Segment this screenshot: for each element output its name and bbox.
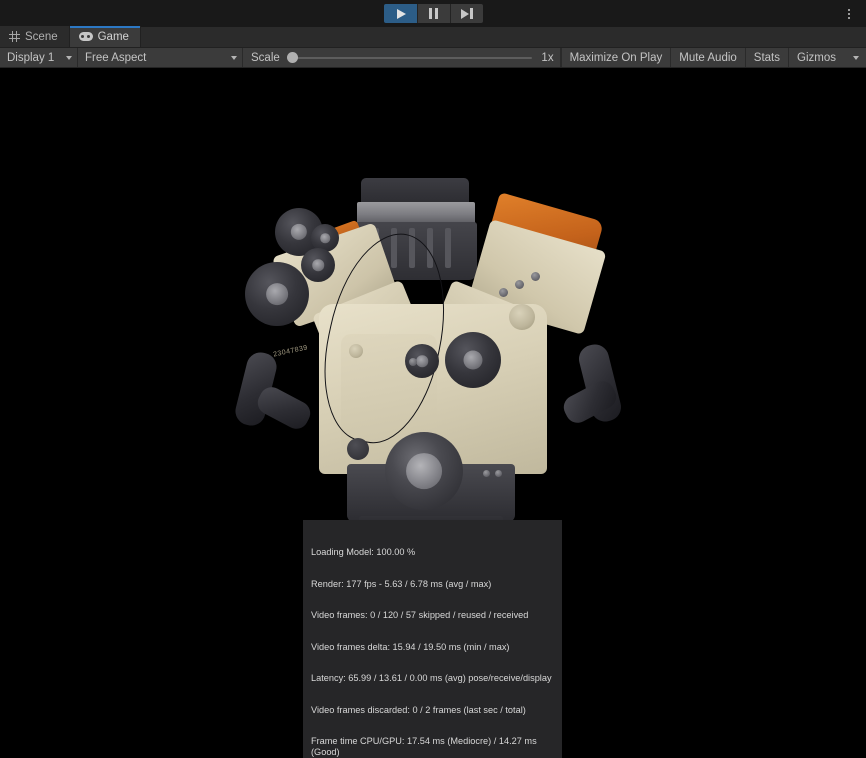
intake-rib xyxy=(445,228,451,268)
stats-line-frames-delta: Video frames delta: 15.94 / 19.50 ms (mi… xyxy=(311,642,554,653)
chevron-down-icon xyxy=(66,56,72,60)
crankshaft-pulley xyxy=(385,432,463,510)
stats-line-loading: Loading Model: 100.00 % xyxy=(311,547,554,558)
scale-slider-track xyxy=(287,57,533,59)
scale-slider-thumb[interactable] xyxy=(287,52,298,63)
bolt-detail xyxy=(495,470,502,477)
play-icon xyxy=(397,9,406,19)
pause-icon xyxy=(429,8,438,19)
intake-manifold-plate xyxy=(357,202,475,224)
tab-strip: Scene Game xyxy=(0,27,866,48)
gamepad-icon xyxy=(79,32,93,41)
maximize-on-play-button[interactable]: Maximize On Play xyxy=(561,48,671,67)
chevron-down-icon xyxy=(853,56,859,60)
stats-button[interactable]: Stats xyxy=(745,48,788,67)
stats-line-render: Render: 177 fps - 5.63 / 6.78 ms (avg / … xyxy=(311,579,554,590)
display-dropdown-label: Display 1 xyxy=(7,52,54,64)
stats-line-latency: Latency: 65.99 / 13.61 / 0.00 ms (avg) p… xyxy=(311,673,554,684)
tab-game-label: Game xyxy=(98,31,129,43)
model-serial-text: 23047839 xyxy=(273,344,309,358)
stats-line-frames-discard: Video frames discarded: 0 / 2 frames (la… xyxy=(311,705,554,716)
gizmos-button[interactable]: Gizmos xyxy=(788,48,853,67)
engine-3d-model: 23047839 xyxy=(233,176,633,566)
game-view-toolbar: Display 1 Free Aspect Scale 1x Maximize … xyxy=(0,48,866,68)
tab-scene-label: Scene xyxy=(25,31,58,43)
cap-detail xyxy=(349,344,363,358)
stats-label: Stats xyxy=(754,52,780,64)
exhaust-pipe-left xyxy=(254,383,315,433)
grid-icon xyxy=(9,31,20,42)
bolt-detail xyxy=(483,470,490,477)
scale-label: Scale xyxy=(251,52,280,64)
maximize-on-play-label: Maximize On Play xyxy=(570,52,663,64)
transport-controls xyxy=(384,4,483,23)
display-dropdown[interactable]: Display 1 xyxy=(0,48,78,67)
play-button[interactable] xyxy=(384,4,417,23)
bolt-detail xyxy=(499,288,508,297)
scale-slider[interactable] xyxy=(287,52,533,64)
cam-cap-detail xyxy=(509,304,535,330)
bolt-detail xyxy=(515,280,524,289)
gizmos-label: Gizmos xyxy=(797,52,836,64)
step-icon xyxy=(461,8,473,19)
scale-control: Scale 1x xyxy=(243,48,561,67)
stats-overlay-panel: Loading Model: 100.00 % Render: 177 fps … xyxy=(303,520,562,758)
bolt-detail xyxy=(409,358,417,366)
pulley-accessory-large xyxy=(245,262,309,326)
pause-button[interactable] xyxy=(417,4,450,23)
pulley-idler-b xyxy=(301,248,335,282)
unity-game-view-window: Scene Game Display 1 Free Aspect Scale 1… xyxy=(0,0,866,758)
tab-scene[interactable]: Scene xyxy=(0,26,70,47)
bolt-detail xyxy=(531,272,540,281)
mute-audio-label: Mute Audio xyxy=(679,52,737,64)
scale-value: 1x xyxy=(541,52,553,64)
chevron-down-icon xyxy=(231,56,237,60)
kebab-menu-icon xyxy=(848,9,850,11)
game-viewport[interactable]: 23047839 Loading Model: 100.00 % Render:… xyxy=(0,68,866,758)
aspect-ratio-dropdown[interactable]: Free Aspect xyxy=(78,48,243,67)
pulley-water-pump xyxy=(445,332,501,388)
tab-game[interactable]: Game xyxy=(70,26,141,47)
stats-line-video-frames: Video frames: 0 / 120 / 57 skipped / reu… xyxy=(311,610,554,621)
play-control-bar xyxy=(0,0,866,27)
aspect-ratio-label: Free Aspect xyxy=(85,52,146,64)
step-button[interactable] xyxy=(450,4,483,23)
pulley-small-accessory xyxy=(347,438,369,460)
stats-line-frame-time: Frame time CPU/GPU: 17.54 ms (Mediocre) … xyxy=(311,736,554,757)
mute-audio-button[interactable]: Mute Audio xyxy=(670,48,745,67)
window-menu-button[interactable] xyxy=(838,0,860,27)
gizmos-dropdown-button[interactable] xyxy=(853,48,866,67)
